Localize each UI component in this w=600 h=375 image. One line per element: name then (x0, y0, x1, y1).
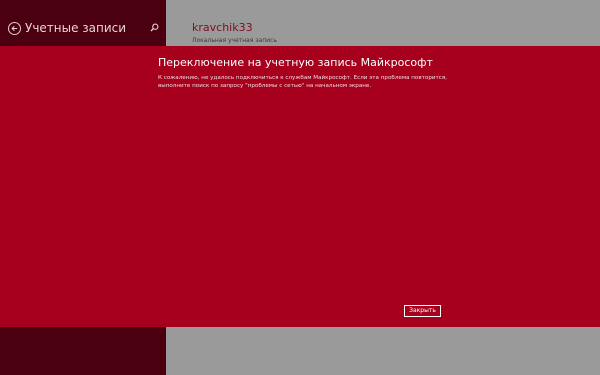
account-name: kravchik33 (192, 21, 253, 34)
search-icon[interactable] (150, 23, 159, 32)
dialog-title: Переключение на учетную запись Майкрософ… (158, 56, 433, 69)
close-button[interactable]: Закрыть (404, 305, 441, 317)
screen: Учетные записи kravchik33 Локальная учет… (0, 0, 600, 375)
dialog-message: К сожалению, не удалось подключиться к с… (158, 75, 447, 89)
back-arrow-icon (11, 25, 18, 32)
back-button[interactable] (8, 22, 21, 35)
error-dialog: Переключение на учетную запись Майкрософ… (0, 46, 600, 327)
settings-title: Учетные записи (25, 21, 127, 35)
account-type: Локальная учетная запись (192, 37, 277, 44)
